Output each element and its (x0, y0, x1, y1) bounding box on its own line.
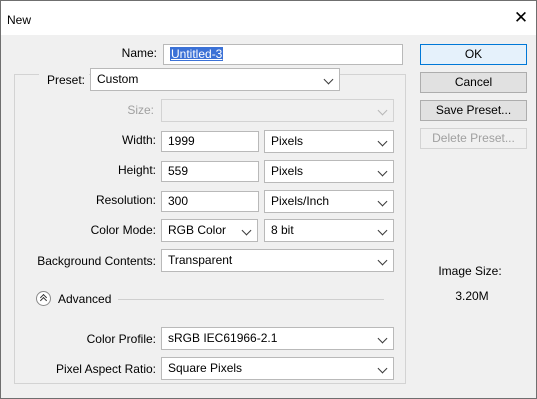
height-value: 559 (168, 164, 189, 178)
resolution-label: Resolution: (95, 193, 156, 207)
chevron-down-icon (377, 196, 388, 207)
width-input[interactable]: 1999 (161, 131, 259, 152)
size-select[interactable] (161, 99, 394, 122)
resolution-value: 300 (168, 194, 189, 208)
background-contents-value: Transparent (168, 253, 233, 267)
new-document-dialog: New ✕ Name: Untitled-3 Preset: Custom Si… (0, 0, 537, 399)
pixel-aspect-ratio-select[interactable]: Square Pixels (161, 357, 394, 380)
chevron-down-icon (323, 74, 334, 85)
resolution-input[interactable]: 300 (161, 191, 259, 212)
name-value: Untitled-3 (170, 47, 224, 61)
width-unit-value: Pixels (271, 134, 304, 148)
background-contents-select[interactable]: Transparent (161, 249, 394, 272)
advanced-divider (118, 299, 384, 300)
save-preset-button[interactable]: Save Preset... (420, 100, 527, 121)
width-value: 1999 (168, 134, 195, 148)
chevron-down-icon (377, 363, 388, 374)
close-icon[interactable]: ✕ (512, 9, 530, 27)
chevron-down-icon (377, 225, 388, 236)
width-unit-select[interactable]: Pixels (264, 130, 394, 153)
preset-select[interactable]: Custom (90, 68, 340, 91)
chevron-down-icon (377, 105, 388, 116)
bit-depth-value: 8 bit (271, 223, 294, 237)
color-mode-select[interactable]: RGB Color (161, 219, 258, 242)
color-mode-value: RGB Color (168, 223, 227, 237)
background-contents-label: Background Contents: (37, 254, 156, 268)
preset-label: Preset: (46, 73, 85, 87)
color-profile-label: Color Profile: (86, 332, 156, 346)
height-unit-value: Pixels (271, 164, 304, 178)
chevron-down-icon (377, 166, 388, 177)
image-size-value: 3.20M (455, 289, 489, 303)
name-input[interactable]: Untitled-3 (163, 44, 403, 65)
color-profile-value: sRGB IEC61966-2.1 (168, 331, 278, 345)
width-label: Width: (121, 133, 156, 147)
height-label: Height: (117, 163, 156, 177)
title-bar: New ✕ (1, 1, 536, 35)
color-profile-select[interactable]: sRGB IEC61966-2.1 (161, 327, 394, 350)
bit-depth-select[interactable]: 8 bit (264, 219, 394, 242)
delete-preset-button[interactable]: Delete Preset... (420, 128, 527, 149)
color-mode-label: Color Mode: (90, 223, 156, 237)
chevron-up-circle-icon[interactable] (36, 291, 51, 306)
size-label: Size: (127, 103, 154, 117)
height-unit-select[interactable]: Pixels (264, 160, 394, 183)
image-size-label: Image Size: (438, 264, 502, 278)
pixel-aspect-ratio-label: Pixel Aspect Ratio: (55, 362, 156, 376)
chevron-down-icon (377, 333, 388, 344)
cancel-button[interactable]: Cancel (420, 72, 527, 93)
resolution-unit-value: Pixels/Inch (271, 194, 330, 208)
chevron-down-icon (377, 136, 388, 147)
resolution-unit-select[interactable]: Pixels/Inch (264, 190, 394, 213)
dialog-title: New (7, 13, 32, 27)
ok-button[interactable]: OK (420, 44, 527, 65)
name-label: Name: (121, 46, 157, 60)
preset-value: Custom (97, 72, 139, 86)
height-input[interactable]: 559 (161, 161, 259, 182)
pixel-aspect-ratio-value: Square Pixels (168, 361, 243, 375)
chevron-down-icon (377, 255, 388, 266)
advanced-label[interactable]: Advanced (58, 289, 111, 309)
chevron-down-icon (241, 225, 252, 236)
